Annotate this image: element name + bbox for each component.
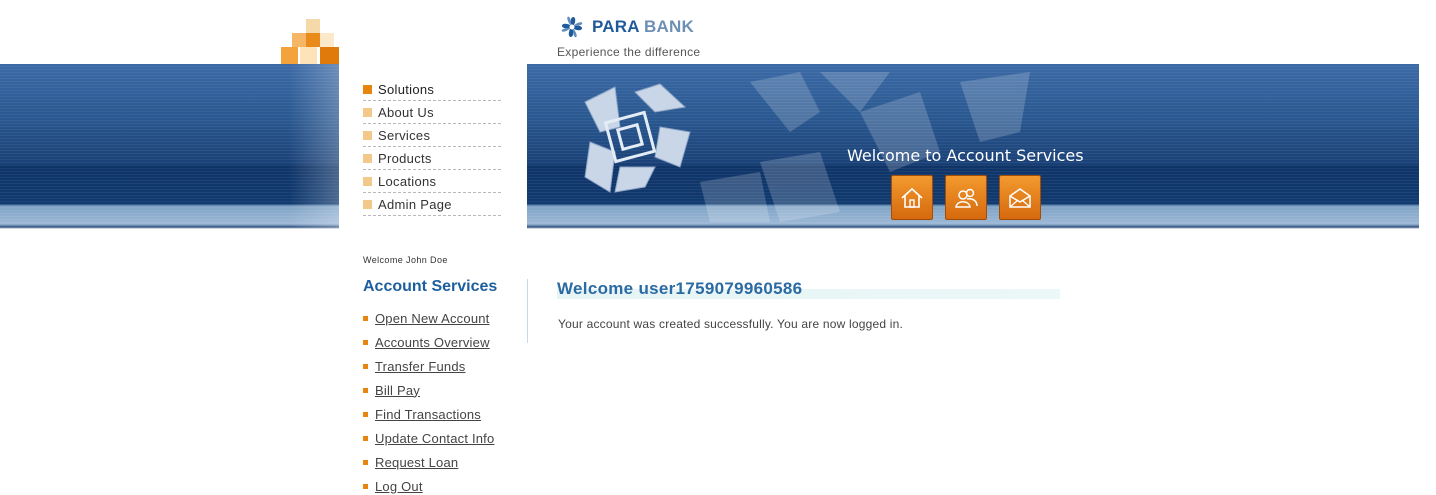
menu-item-solutions[interactable]: Solutions: [363, 78, 501, 101]
bullet-icon: [363, 315, 368, 321]
brand-bank: BANK: [644, 17, 694, 36]
menu-item-about-us[interactable]: About Us: [363, 101, 501, 124]
accounts-overview-link[interactable]: Accounts Overview: [375, 335, 490, 350]
menu-item-services[interactable]: Services: [363, 124, 501, 147]
header-title: Welcome to Account Services: [847, 146, 1084, 165]
list-item: Find Transactions: [363, 402, 494, 426]
menu-bullet-icon: [363, 130, 372, 140]
menu-bullet-icon: [363, 84, 372, 94]
bullet-icon: [363, 459, 368, 465]
bill-pay-link[interactable]: Bill Pay: [375, 383, 420, 398]
list-item: Request Loan: [363, 450, 494, 474]
header-banner-fade: [0, 64, 340, 229]
find-transactions-link[interactable]: Find Transactions: [375, 407, 481, 422]
bullet-icon: [363, 483, 368, 489]
parabank-logo-icon: [561, 16, 583, 38]
menu-bullet-icon: [363, 107, 372, 117]
home-button[interactable]: [891, 175, 933, 220]
menu-item-label: About Us: [378, 104, 434, 120]
top-menu: Solutions About Us Services Products Loc…: [363, 78, 501, 216]
success-message: Your account was created successfully. Y…: [558, 317, 904, 331]
brand-para: PARA: [592, 17, 640, 36]
welcome-user-text: Welcome John Doe: [363, 255, 448, 265]
decorative-blocks: [281, 19, 339, 64]
page: Solutions About Us Services Products Loc…: [0, 0, 1436, 495]
list-item: Accounts Overview: [363, 330, 494, 354]
mail-icon: [1009, 187, 1031, 208]
open-new-account-link[interactable]: Open New Account: [375, 311, 490, 326]
menu-bullet-icon: [363, 176, 372, 186]
list-item: Log Out: [363, 474, 494, 495]
update-contact-info-link[interactable]: Update Contact Info: [375, 431, 494, 446]
menu-item-label: Locations: [378, 173, 437, 189]
menu-item-label: Solutions: [378, 81, 435, 97]
menu-item-label: Services: [378, 127, 431, 143]
home-icon: [901, 187, 923, 208]
contact-button[interactable]: [999, 175, 1041, 220]
log-out-link[interactable]: Log Out: [375, 479, 423, 494]
menu-item-products[interactable]: Products: [363, 147, 501, 170]
bullet-icon: [363, 387, 368, 393]
account-services-list: Open New Account Accounts Overview Trans…: [363, 306, 494, 495]
tagline: Experience the difference: [557, 45, 701, 59]
list-item: Open New Account: [363, 306, 494, 330]
transfer-funds-link[interactable]: Transfer Funds: [375, 359, 465, 374]
bullet-icon: [363, 339, 368, 345]
bullet-icon: [363, 411, 368, 417]
menu-item-admin-page[interactable]: Admin Page: [363, 193, 501, 216]
list-item: Bill Pay: [363, 378, 494, 402]
menu-bullet-icon: [363, 199, 372, 209]
brand-name: PARA BANK: [592, 17, 694, 37]
parabank-logo[interactable]: PARA BANK: [557, 12, 694, 42]
request-loan-link[interactable]: Request Loan: [375, 455, 458, 470]
bullet-icon: [363, 435, 368, 441]
menu-item-label: Admin Page: [378, 196, 452, 212]
menu-item-locations[interactable]: Locations: [363, 170, 501, 193]
bullet-icon: [363, 363, 368, 369]
contact-people-icon: [955, 188, 978, 208]
list-item: Update Contact Info: [363, 426, 494, 450]
menu-item-label: Products: [378, 150, 432, 166]
list-item: Transfer Funds: [363, 354, 494, 378]
sidebar-divider: [527, 279, 528, 343]
about-button[interactable]: [945, 175, 987, 220]
page-title: Welcome user1759079960586: [557, 279, 803, 298]
account-services-title: Account Services: [363, 278, 498, 295]
menu-bullet-icon: [363, 153, 372, 163]
